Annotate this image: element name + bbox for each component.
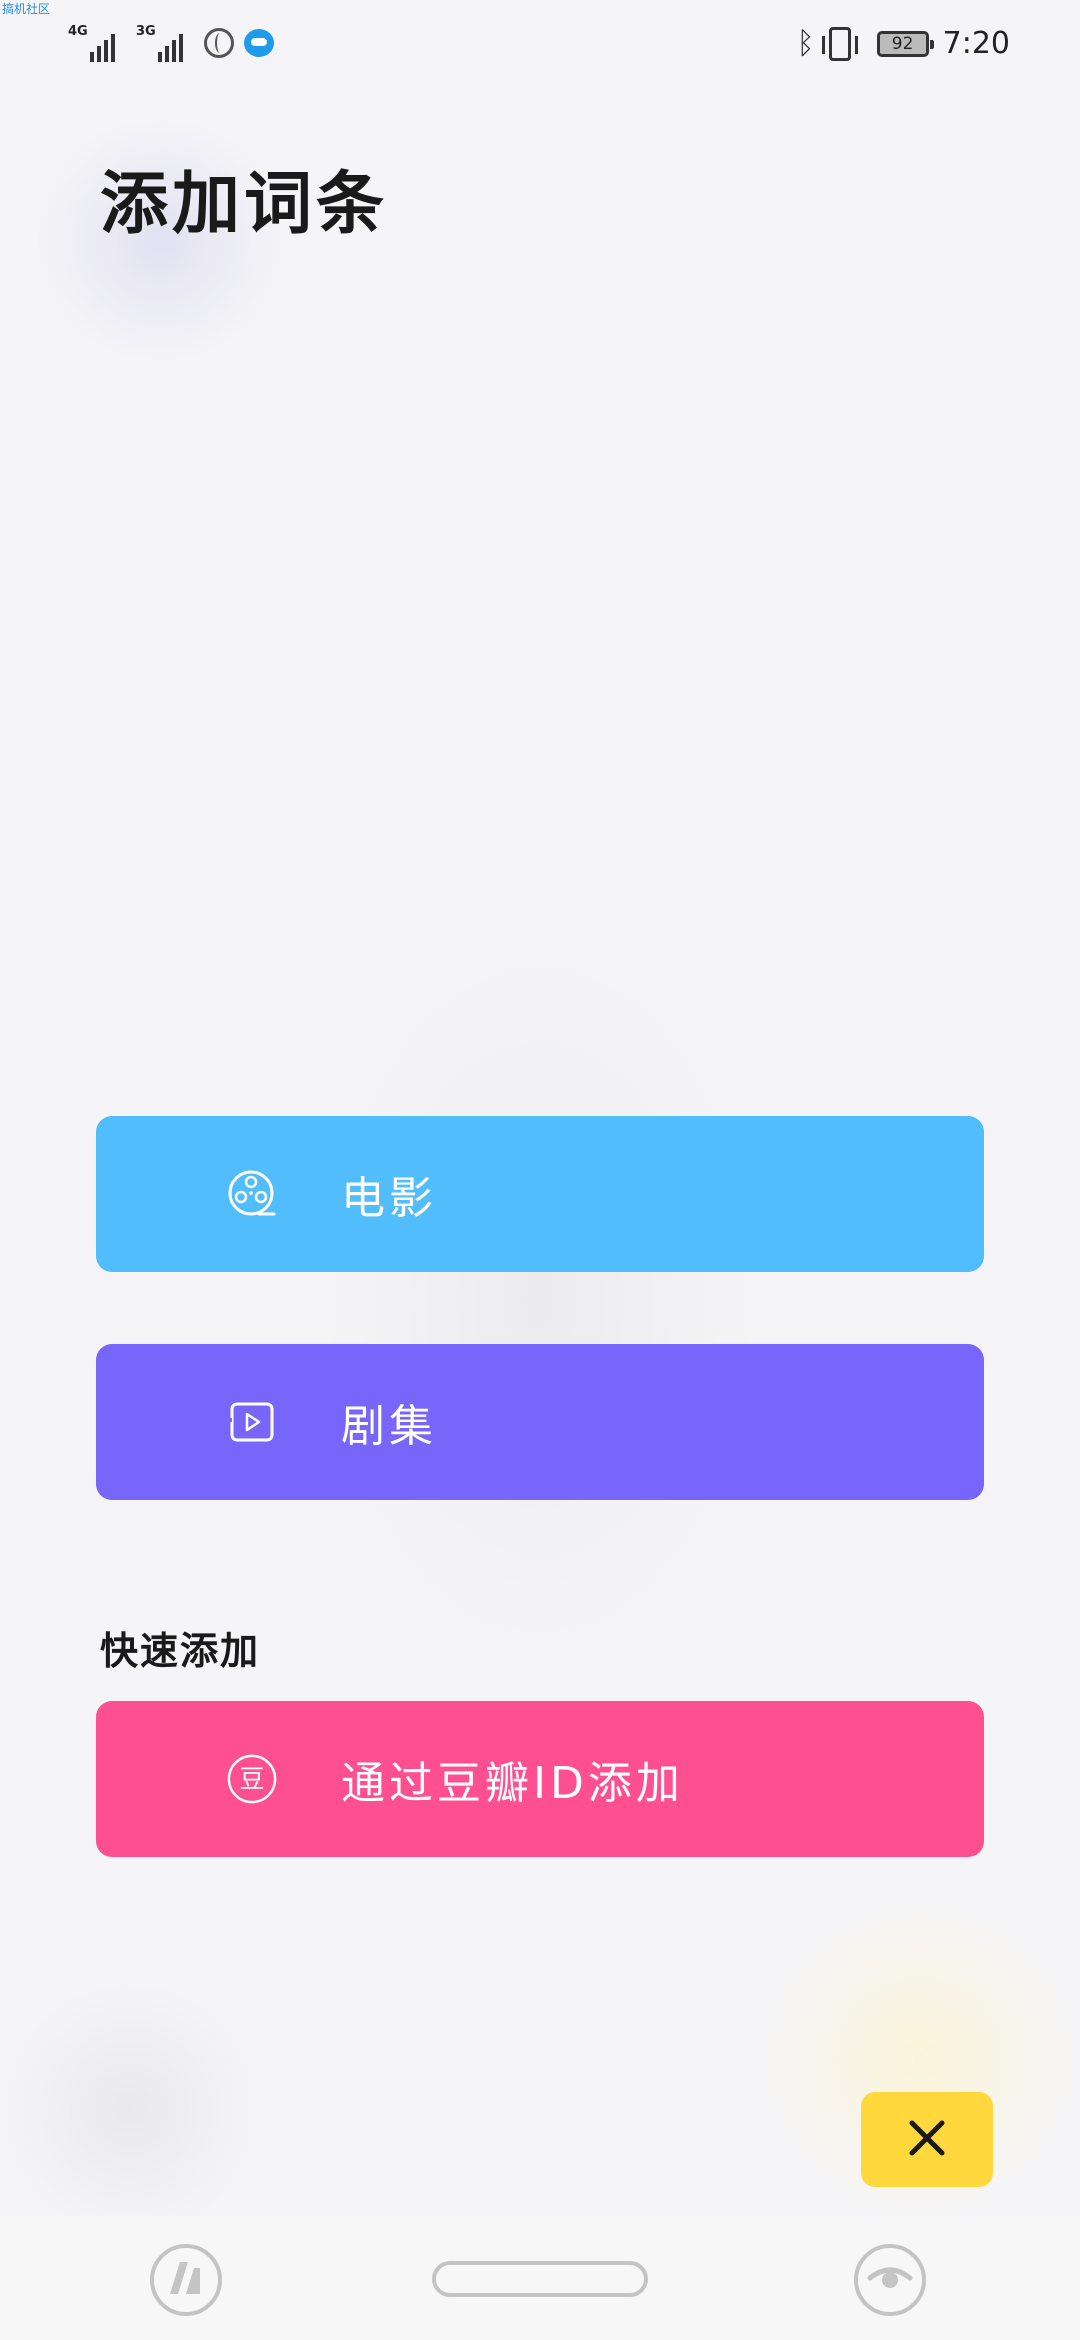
home-gesture-bar[interactable]: [432, 2261, 648, 2297]
navigation-bar: [0, 2216, 1080, 2340]
nav-eye-button[interactable]: [854, 2244, 926, 2316]
add-by-douban-id-button[interactable]: 豆 通过豆瓣ID添加: [96, 1701, 984, 1857]
add-movie-button[interactable]: 电影: [96, 1116, 984, 1272]
status-bar: 4G 3G ᛒ 92 7:20: [0, 0, 1080, 90]
clock: 7:20: [942, 26, 1010, 61]
add-series-label: 剧集: [341, 1401, 437, 1452]
quick-add-heading: 快速添加: [100, 1629, 261, 1673]
bluetooth-icon: ᛒ: [796, 25, 815, 61]
chat-bubble-icon: [244, 29, 274, 57]
add-by-douban-id-label: 通过豆瓣ID添加: [341, 1758, 684, 1809]
globe-icon: [204, 28, 234, 58]
douban-glyph: 豆: [239, 1765, 264, 1794]
film-reel-icon: [226, 1168, 278, 1220]
signal-3g-icon: 3G: [136, 24, 194, 62]
signal-4g-label: 4G: [68, 24, 88, 39]
background-blob: [0, 1980, 260, 2240]
battery-icon: 92: [876, 30, 934, 57]
vibrate-icon: [821, 26, 858, 61]
page-title: 添加词条: [100, 165, 389, 244]
add-series-button[interactable]: 剧集: [96, 1344, 984, 1500]
douban-icon: 豆: [226, 1753, 278, 1805]
close-button[interactable]: [861, 2092, 993, 2187]
nav-app-button[interactable]: [150, 2244, 222, 2316]
play-screen-icon: [226, 1396, 278, 1448]
close-icon: [907, 2118, 947, 2162]
app-logo-icon: [164, 2256, 208, 2304]
eye-icon: [866, 2258, 914, 2302]
signal-3g-label: 3G: [136, 24, 156, 39]
add-movie-label: 电影: [341, 1173, 437, 1224]
signal-4g-icon: 4G: [68, 24, 126, 62]
background-blob: [320, 950, 760, 1650]
